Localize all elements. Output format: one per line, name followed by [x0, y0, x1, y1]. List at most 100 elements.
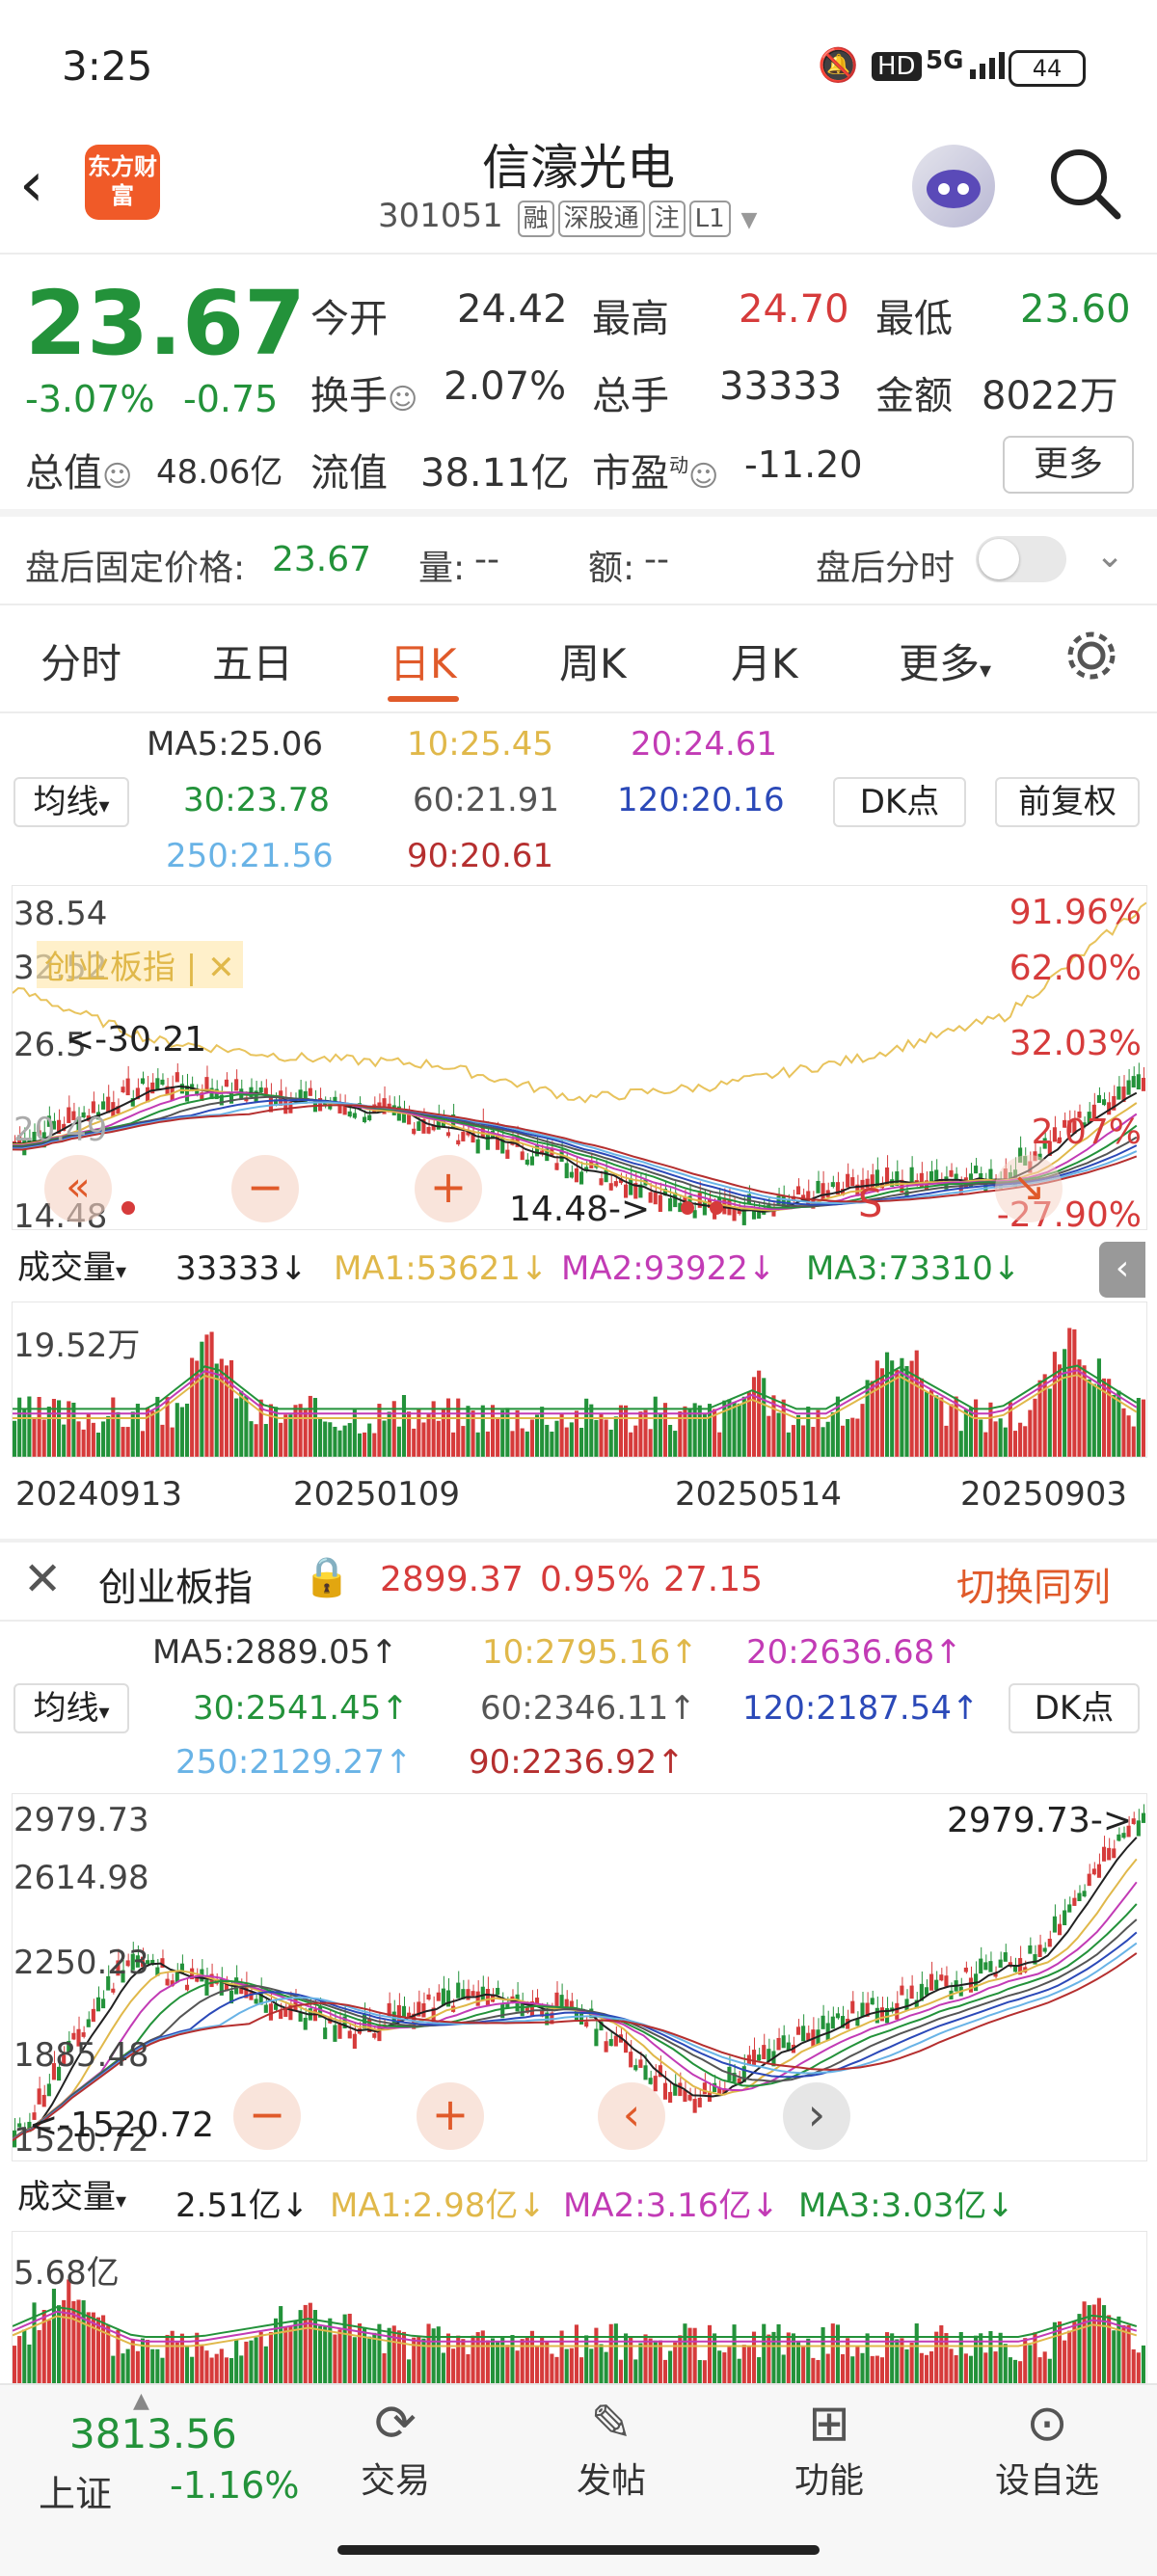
volume-bar [382, 2353, 387, 2384]
volume-bar [584, 2335, 589, 2384]
volume-bar [1141, 1399, 1145, 1457]
candle-body [968, 1977, 974, 1993]
volume-bar [954, 1396, 958, 1457]
volume-bar [846, 2338, 850, 2384]
index-scroll-left-icon[interactable]: ‹ [598, 2082, 665, 2150]
index-dk-button[interactable]: DK点 [1009, 1683, 1140, 1733]
volume-chart[interactable] [12, 1301, 1147, 1458]
volume-bar [939, 2324, 944, 2384]
volume-bar [846, 1418, 850, 1457]
volume-bar [924, 1391, 929, 1457]
overlay-index-tag[interactable]: 创业板指 | ✕ [37, 941, 243, 988]
volume-bar [377, 1404, 382, 1457]
volume-bar [949, 1404, 954, 1457]
tab-monthly-k[interactable]: 月K [731, 631, 798, 690]
info-icon[interactable]: ☺ [102, 460, 132, 494]
candle-body [830, 2016, 835, 2029]
candle-body [441, 1988, 445, 2006]
scroll-right-icon[interactable]: ↘ [995, 1155, 1063, 1222]
settings-gear-icon[interactable] [1063, 627, 1120, 688]
chevron-down-icon[interactable]: ⌄ [1095, 536, 1124, 576]
index-zoom-out-icon[interactable]: − [233, 2082, 301, 2150]
volume-bar [363, 2326, 367, 2384]
pe-label[interactable]: 市盈动☺ [592, 442, 718, 497]
index-scroll-right-icon[interactable]: › [783, 2082, 850, 2150]
candle-body [121, 1087, 125, 1093]
volume-bar [613, 1416, 618, 1457]
volume-bar [633, 1425, 638, 1457]
collapse-panel-icon[interactable]: ‹ [1099, 1242, 1145, 1298]
candle-body [604, 1169, 608, 1183]
candle-body [870, 1998, 874, 2005]
volume-bar [32, 1418, 37, 1457]
candle-body [988, 1961, 993, 1972]
y-axis-4: 20.49 [13, 1111, 108, 1149]
volume-bar [308, 2302, 312, 2384]
close-index-icon[interactable]: ✕ [23, 1552, 62, 1606]
nav-add-watchlist[interactable]: ⊙ 设自选 [980, 2395, 1115, 2503]
dk-point-button[interactable]: DK点 [833, 777, 966, 827]
turnover-label[interactable]: 换手☺ [310, 364, 417, 420]
volume-bar [534, 1414, 540, 1457]
close-icon[interactable]: ✕ [207, 949, 235, 987]
switch-column-button[interactable]: 切换同列 [956, 1556, 1111, 1612]
assistant-avatar[interactable] [912, 145, 995, 228]
volume-bar [1012, 1431, 1018, 1457]
volume-bar [949, 2348, 954, 2384]
candle-body [426, 1994, 431, 2000]
info-icon[interactable]: ☺ [688, 460, 718, 494]
index-ma10: 10:2795.16↑ [482, 1633, 698, 1672]
volume-bar [944, 1425, 949, 1457]
info-icon[interactable]: ☺ [388, 383, 417, 416]
index-volume-chart[interactable] [12, 2231, 1147, 2385]
volume-bar [1012, 2359, 1018, 2384]
scroll-left-fast-icon[interactable]: « [44, 1155, 112, 1222]
index-volume-selector[interactable]: 成交量▾ [12, 2175, 177, 2219]
index-zoom-in-icon[interactable]: + [417, 2082, 484, 2150]
tab-more[interactable]: 更多▾ [899, 631, 991, 690]
search-icon[interactable] [1046, 145, 1123, 226]
volume-bar [1028, 2345, 1033, 2384]
candle-body [569, 1171, 574, 1178]
index-ma250: 250:2129.27↑ [175, 1743, 413, 1782]
volume-bar [190, 2356, 195, 2384]
tab-daily-k[interactable]: 日K [390, 631, 457, 690]
volume-bar [357, 1433, 363, 1457]
volume-ma-line [13, 1369, 1138, 1415]
candle-body [974, 1166, 979, 1174]
adjust-button[interactable]: 前复权 [995, 777, 1140, 827]
ma20-label: 20:24.61 [631, 725, 778, 764]
tags-dropdown-icon[interactable]: ▼ [741, 208, 758, 232]
more-button[interactable]: 更多 [1003, 436, 1134, 494]
sh-index-name[interactable]: 上证 [39, 2464, 112, 2517]
volume-bar [934, 1395, 939, 1457]
volume-bar [41, 1419, 46, 1457]
nav-post[interactable]: ✎ 发帖 [553, 2395, 669, 2503]
index-ma-selector[interactable]: 均线▾ [13, 1683, 129, 1733]
ma5-label: MA5:25.06 [147, 725, 324, 764]
zoom-in-icon[interactable]: + [415, 1155, 482, 1222]
zoom-out-icon[interactable]: − [231, 1155, 299, 1222]
candle-body [1028, 1945, 1033, 1954]
volume-indicator-selector[interactable]: 成交量▾ [12, 1246, 177, 1290]
candle-body [160, 1079, 165, 1086]
mktcap-label[interactable]: 总值☺ [25, 442, 132, 497]
candle-body [456, 1982, 461, 1999]
low-marker: 14.48-> [509, 1190, 651, 1229]
nav-trade[interactable]: ⟳ 交易 [337, 2395, 453, 2503]
nav-function[interactable]: ⊞ 功能 [771, 2395, 887, 2503]
tab-weekly-k[interactable]: 周K [559, 631, 627, 690]
candle-body [37, 2088, 41, 2105]
volume-bar [466, 2353, 471, 2384]
after-hours-toggle[interactable] [976, 536, 1066, 582]
candle-body [1101, 1099, 1107, 1106]
low-value: 23.60 [1020, 287, 1131, 332]
vol-ma3: MA3:73310↓ [806, 1249, 1021, 1288]
tab-intraday[interactable]: 分时 [40, 631, 121, 690]
vol-ma1: MA1:53621↓ [334, 1249, 549, 1288]
sh-index-value[interactable]: 3813.56 [69, 2410, 237, 2457]
tab-five-day[interactable]: 五日 [212, 631, 293, 690]
lock-icon[interactable]: 🔒 [303, 1554, 351, 1599]
volume-bar [391, 2325, 396, 2384]
ma-selector[interactable]: 均线▾ [13, 777, 129, 827]
